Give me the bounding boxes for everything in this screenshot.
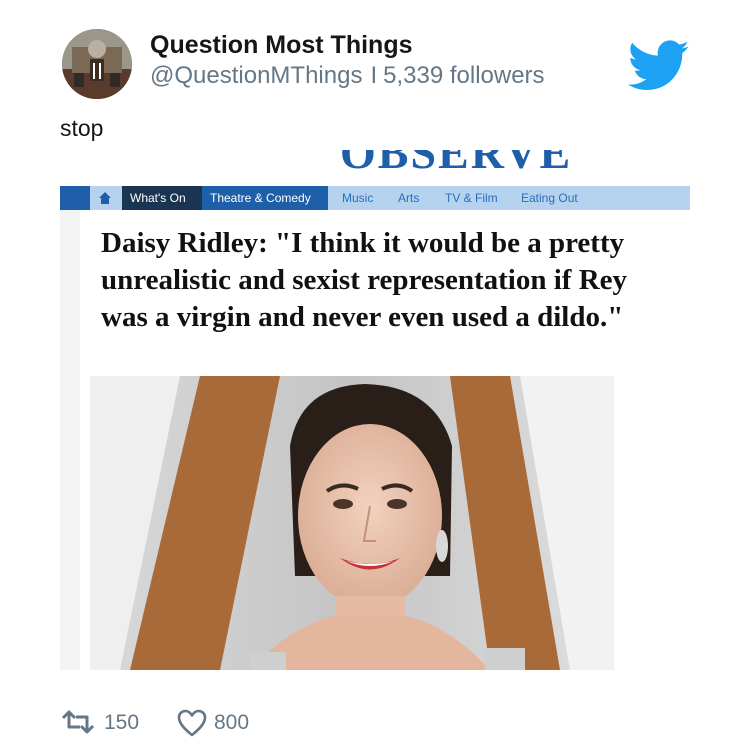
- nav-item-whats-on: What's On: [122, 186, 202, 210]
- retweet-count: 150: [104, 711, 140, 734]
- nav-item-music: Music: [342, 191, 374, 205]
- like-count: 800: [214, 711, 250, 734]
- tweet-text: stop: [60, 115, 104, 141]
- nav-color-block: [60, 186, 90, 210]
- display-name[interactable]: Question Most Things: [150, 31, 413, 60]
- masthead-text: OBSERVER: [340, 150, 570, 174]
- user-handle[interactable]: @QuestionMThings: [150, 62, 362, 89]
- page-margin: [60, 210, 80, 670]
- nav-item-theatre-comedy: Theatre & Comedy: [202, 186, 328, 210]
- avatar[interactable]: [62, 29, 132, 99]
- retweet-icon[interactable]: [60, 710, 96, 734]
- nav-item-eating-out: Eating Out: [521, 191, 578, 205]
- article-photo: [90, 376, 614, 670]
- nav-item-arts: Arts: [398, 191, 420, 205]
- nav-item-tv-film: TV & Film: [445, 191, 498, 205]
- embedded-article-image[interactable]: OBSERVER What's On Theatre & Comedy Musi…: [60, 150, 690, 670]
- home-icon: [98, 191, 112, 205]
- masthead-logo: OBSERVER: [340, 150, 570, 174]
- article-nav-bar: What's On Theatre & Comedy Music Arts TV…: [60, 186, 690, 210]
- handle-separator: I: [370, 62, 378, 89]
- heart-icon[interactable]: [177, 709, 207, 737]
- twitter-bird-icon: [627, 40, 690, 92]
- article-headline: Daisy Ridley: "I think it would be a pre…: [101, 227, 628, 333]
- handle-line: @QuestionMThings I 5,339 followers: [150, 62, 545, 90]
- follower-count: 5,339 followers: [383, 62, 545, 89]
